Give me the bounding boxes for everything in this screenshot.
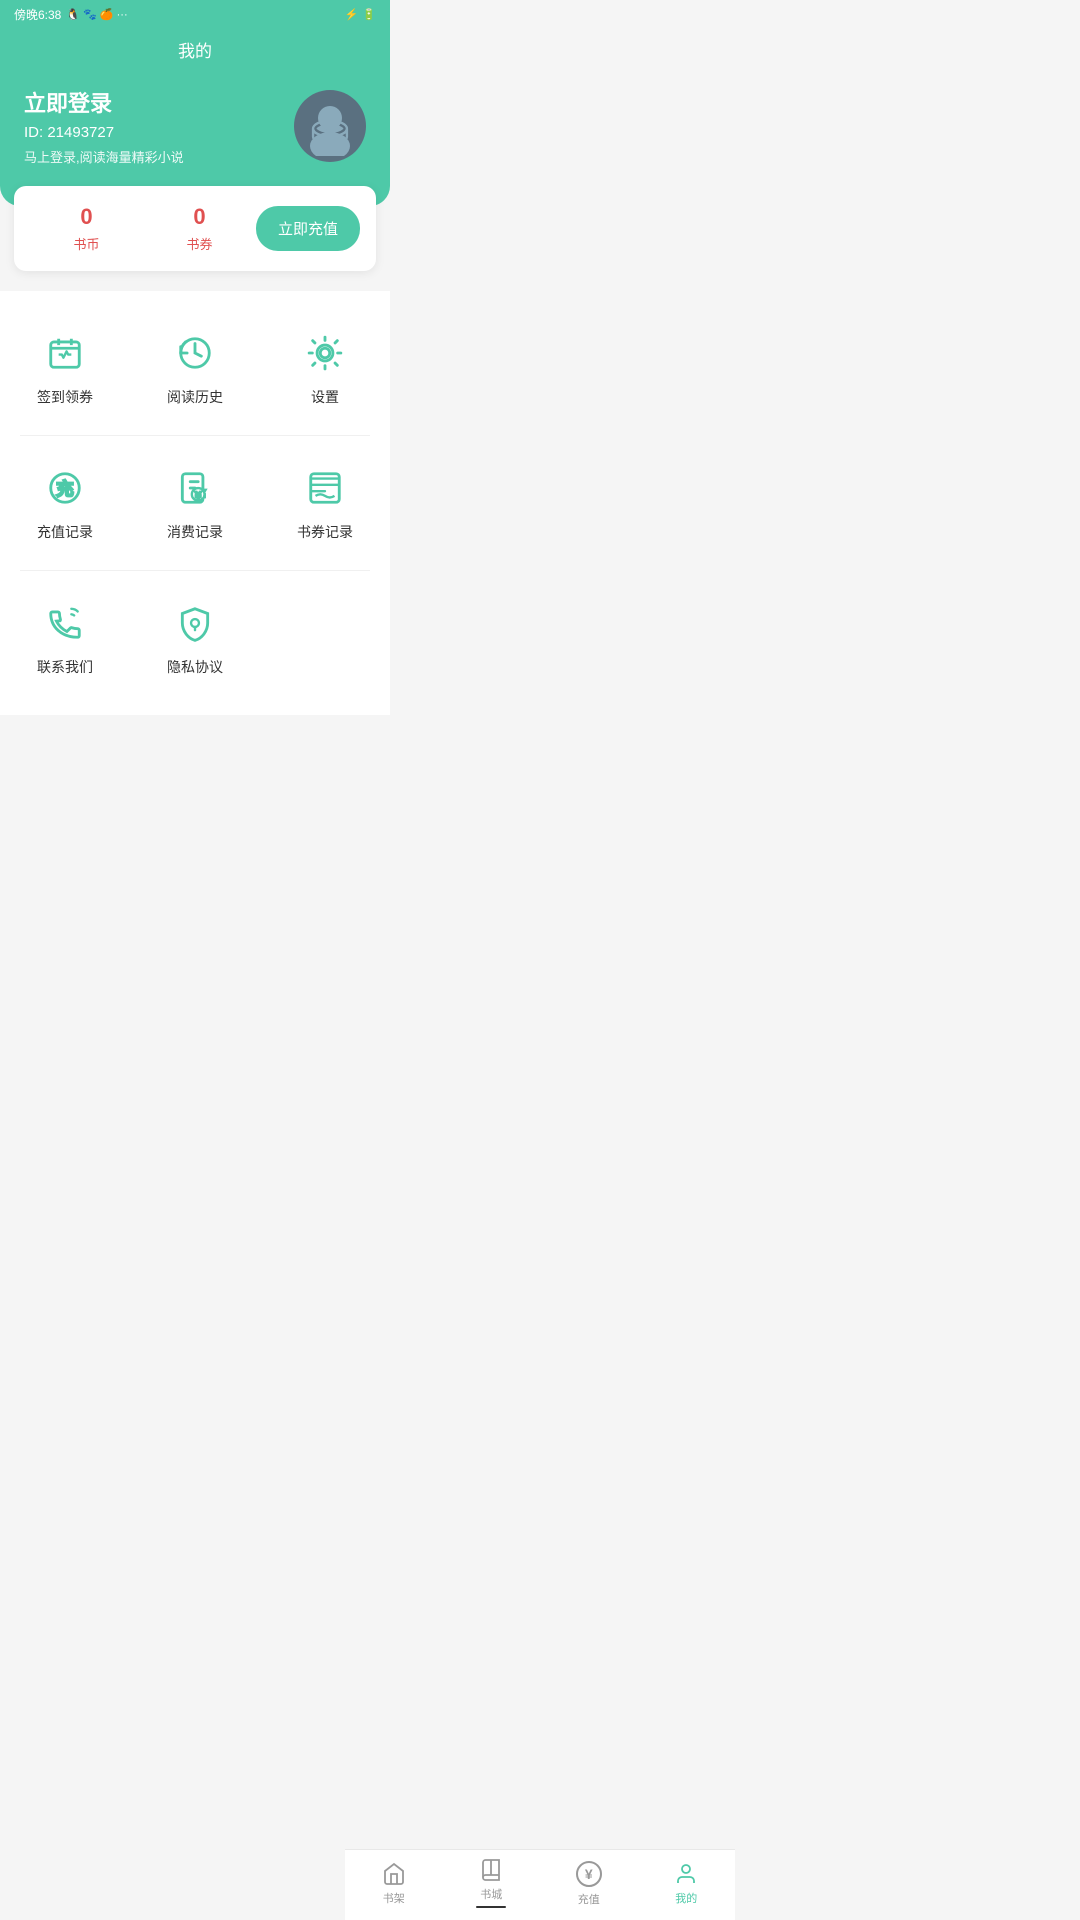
menu-item-spend-record[interactable]: ¥ ¥ 消费记录 xyxy=(130,446,260,560)
menu-item-contact[interactable]: 联系我们 xyxy=(0,581,130,695)
profile-info: 立即登录 ID: 21493727 马上登录,阅读海量精彩小说 xyxy=(24,86,184,166)
nav-label-recharge: 充值 xyxy=(578,1891,600,1907)
nav-item-recharge[interactable]: ¥ 充值 xyxy=(540,1861,638,1907)
nav-item-mine[interactable]: 我的 xyxy=(638,1862,736,1906)
voucher-record-icon xyxy=(301,464,349,512)
profile-desc: 马上登录,阅读海量精彩小说 xyxy=(24,147,184,166)
nav-label-bookshelf: 书架 xyxy=(383,1890,405,1906)
empty-cell xyxy=(260,581,390,695)
book-coin-label: 书币 xyxy=(30,234,143,253)
privacy-icon xyxy=(171,599,219,647)
status-right: ⚡ 🔋 xyxy=(345,8,376,21)
stats-card: 0 书币 0 书券 立即充值 xyxy=(14,186,376,271)
checkin-icon xyxy=(41,329,89,377)
nav-item-bookshelf[interactable]: 书架 xyxy=(345,1862,443,1906)
menu-item-privacy[interactable]: 隐私协议 xyxy=(130,581,260,695)
history-icon xyxy=(171,329,219,377)
contact-label: 联系我们 xyxy=(37,657,93,677)
nav-label-mine: 我的 xyxy=(675,1890,697,1906)
status-time: 傍晚6:38 xyxy=(14,6,61,23)
book-voucher-stat: 0 书券 xyxy=(143,204,256,253)
yuan-symbol: ¥ xyxy=(585,1866,593,1882)
book-coin-stat: 0 书币 xyxy=(30,204,143,253)
status-bar: 傍晚6:38 🐧 🐾 🍊 ··· ⚡ 🔋 xyxy=(0,0,390,29)
user-id: ID: 21493727 xyxy=(24,124,184,141)
book-voucher-value: 0 xyxy=(143,204,256,230)
status-left: 傍晚6:38 🐧 🐾 🍊 ··· xyxy=(14,6,128,23)
bluetooth-icon: ⚡ xyxy=(345,8,359,21)
book-icon xyxy=(479,1858,503,1882)
login-prompt[interactable]: 立即登录 xyxy=(24,86,184,118)
signal-icon: 🔋 xyxy=(362,8,376,21)
privacy-label: 隐私协议 xyxy=(167,657,223,677)
page-header: 我的 xyxy=(0,29,390,76)
menu-grid-row3: 联系我们 隐私协议 xyxy=(0,571,390,705)
menu-grid-row2: 充 充值记录 ¥ ¥ 消费记录 xyxy=(0,436,390,570)
spend-record-icon: ¥ ¥ xyxy=(171,464,219,512)
recharge-button[interactable]: 立即充值 xyxy=(256,206,360,251)
yuan-circle-icon: ¥ xyxy=(576,1861,602,1887)
nav-active-bar-bookstore xyxy=(476,1906,506,1908)
settings-label: 设置 xyxy=(311,387,339,407)
spacer xyxy=(0,715,390,795)
home-icon xyxy=(382,1862,406,1886)
settings-icon xyxy=(301,329,349,377)
recharge-record-label: 充值记录 xyxy=(37,522,93,542)
avatar[interactable]: ⛂ xyxy=(294,90,366,162)
user-icon xyxy=(674,1862,698,1886)
menu-item-recharge-record[interactable]: 充 充值记录 xyxy=(0,446,130,560)
book-voucher-label: 书券 xyxy=(143,234,256,253)
book-coin-value: 0 xyxy=(30,204,143,230)
page-title: 我的 xyxy=(178,42,212,61)
nav-item-bookstore[interactable]: 书城 xyxy=(443,1858,541,1910)
recharge-record-icon: 充 xyxy=(41,464,89,512)
notification-icons: 🐧 🐾 🍊 ··· xyxy=(66,8,127,21)
menu-item-checkin[interactable]: 签到领券 xyxy=(0,311,130,425)
checkin-label: 签到领券 xyxy=(37,387,93,407)
spend-record-label: 消费记录 xyxy=(167,522,223,542)
history-label: 阅读历史 xyxy=(167,387,223,407)
menu-grid-row1: 签到领券 阅读历史 设置 xyxy=(0,301,390,435)
voucher-record-label: 书券记录 xyxy=(297,522,353,542)
bottom-nav: 书架 书城 ¥ 充值 我的 xyxy=(345,1849,735,1920)
menu-item-settings[interactable]: 设置 xyxy=(260,311,390,425)
nav-label-bookstore: 书城 xyxy=(480,1886,502,1902)
menu-item-history[interactable]: 阅读历史 xyxy=(130,311,260,425)
svg-text:充: 充 xyxy=(56,479,73,499)
menu-item-voucher-record[interactable]: 书券记录 xyxy=(260,446,390,560)
contact-icon xyxy=(41,599,89,647)
menu-section: 签到领券 阅读历史 设置 xyxy=(0,291,390,715)
svg-text:¥: ¥ xyxy=(195,490,202,501)
